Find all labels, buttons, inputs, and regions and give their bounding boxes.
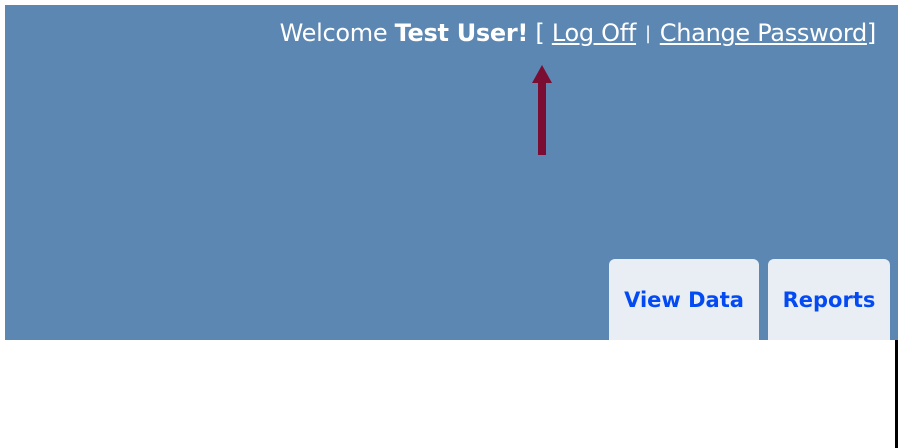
tab-reports[interactable]: Reports xyxy=(768,259,890,340)
link-separator: | xyxy=(645,23,651,44)
login-display: Welcome Test User! [ Log Off | Change Pass… xyxy=(279,19,877,47)
page: Welcome Test User! [ Log Off | Change Pass… xyxy=(0,0,904,448)
bracket-close: ] xyxy=(866,19,876,47)
bracket-open: [ xyxy=(535,19,545,47)
user-name: Test User xyxy=(394,19,518,47)
main-menu: View Data Reports xyxy=(609,259,890,340)
arrow-up-icon xyxy=(532,65,552,155)
log-off-link[interactable]: Log Off xyxy=(552,19,636,47)
tab-view-data[interactable]: View Data xyxy=(609,259,759,340)
welcome-prefix: Welcome xyxy=(279,19,395,47)
main-content xyxy=(5,340,898,448)
welcome-suffix: ! xyxy=(517,19,529,47)
change-password-link[interactable]: Change Password xyxy=(660,19,867,47)
header: Welcome Test User! [ Log Off | Change Pass… xyxy=(5,5,898,340)
tab-reports-label: Reports xyxy=(782,287,876,312)
tab-view-data-label: View Data xyxy=(624,287,744,312)
